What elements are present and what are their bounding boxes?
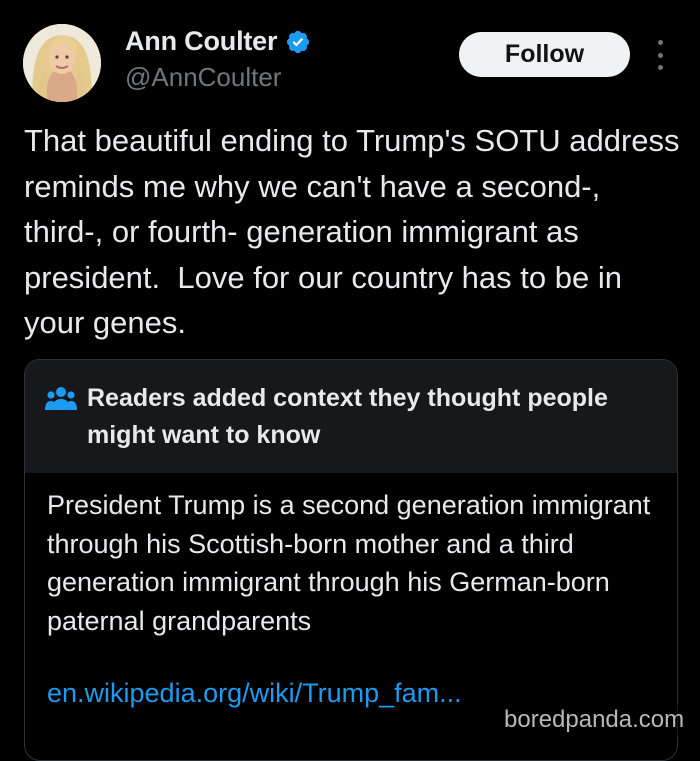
more-vertical-icon[interactable] (652, 40, 668, 70)
watermark: boredpanda.com (500, 704, 689, 736)
community-note-body: President Trump is a second generation i… (47, 490, 651, 636)
author-handle[interactable]: @AnnCoulter (125, 62, 281, 93)
community-note-title: Readers added context they thought peopl… (87, 384, 608, 449)
community-note-card[interactable]: Readers added context they thought peopl… (24, 359, 678, 761)
people-icon (45, 386, 77, 412)
community-note-header: Readers added context they thought peopl… (25, 360, 677, 473)
follow-button[interactable]: Follow (459, 32, 630, 77)
tweet-text: That beautiful ending to Trump's SOTU ad… (24, 123, 689, 340)
avatar-photo (23, 24, 101, 102)
verified-badge-icon (285, 29, 311, 55)
display-name[interactable]: Ann Coulter (125, 26, 277, 57)
author-name-row[interactable]: Ann Coulter (125, 26, 311, 57)
avatar[interactable] (23, 24, 101, 102)
community-note-link[interactable]: en.wikipedia.org/wiki/Trump_fam... (47, 678, 462, 709)
